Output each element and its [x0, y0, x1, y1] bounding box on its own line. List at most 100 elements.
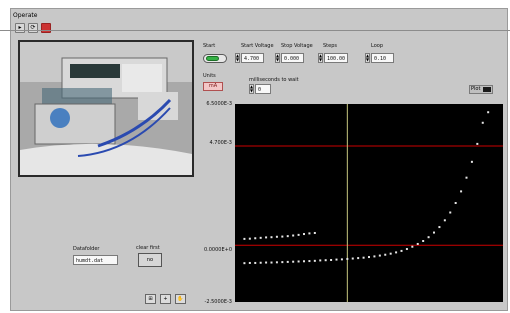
plot-legend[interactable]: Plot	[469, 85, 493, 94]
instrument-camera-image	[18, 40, 194, 177]
units-selector[interactable]: mA	[203, 82, 223, 91]
data-point	[335, 258, 338, 261]
y-tick-label: -2.5000E-3	[204, 299, 232, 305]
steps-label: Steps	[323, 43, 337, 49]
stop-icon[interactable]	[41, 23, 51, 33]
data-point	[454, 202, 457, 204]
data-point	[265, 236, 268, 239]
data-point	[265, 261, 268, 264]
zoom-icon[interactable]: ⊞	[145, 294, 156, 304]
data-point	[405, 248, 408, 251]
data-point	[259, 261, 262, 264]
clear-first-button[interactable]: no	[138, 253, 162, 267]
loop-label: Loop	[371, 43, 383, 49]
millisec-field[interactable]: 0	[255, 84, 271, 94]
data-point	[460, 190, 463, 193]
start-voltage-field[interactable]: 4.700	[241, 53, 264, 63]
data-point	[243, 237, 246, 240]
y-tick-label: 0.0000E+0	[203, 247, 232, 253]
data-point	[481, 121, 484, 124]
toggle-knob	[206, 56, 219, 61]
data-point	[368, 256, 370, 259]
data-point	[254, 237, 257, 240]
run-continuous-icon[interactable]: ⟳	[28, 23, 38, 33]
data-point	[243, 262, 246, 265]
data-point	[324, 259, 327, 262]
start-voltage-label: Start Voltage	[241, 43, 274, 49]
camera-photo-icon	[20, 42, 192, 175]
y-tick-label: 4.700E-3	[209, 140, 232, 146]
datafolder-field[interactable]: humdt.dat	[73, 255, 118, 265]
data-point	[286, 260, 289, 263]
data-point	[286, 235, 289, 238]
data-point	[281, 261, 284, 264]
data-point	[319, 259, 322, 262]
data-point	[297, 233, 300, 236]
data-point	[433, 231, 435, 234]
hand-pan-icon[interactable]: ✋	[175, 294, 186, 304]
data-point	[275, 235, 278, 238]
data-point	[308, 232, 311, 235]
data-point	[422, 240, 425, 242]
steps-field[interactable]: 100.00	[324, 53, 348, 63]
millisec-label: milliseconds to wait	[249, 77, 299, 83]
data-point	[303, 260, 305, 263]
data-point	[416, 242, 419, 245]
start-toggle[interactable]	[203, 54, 227, 63]
data-point	[449, 211, 452, 214]
y-tick-label: 6.5000E-3	[206, 101, 232, 107]
data-point	[373, 255, 376, 258]
data-point	[384, 253, 387, 256]
data-point	[346, 257, 349, 260]
data-point	[476, 142, 479, 145]
clear-first-label: clear first	[136, 245, 160, 251]
loop-field[interactable]: 0.10	[371, 53, 394, 63]
stop-voltage-field[interactable]: 0.000	[281, 53, 304, 63]
data-point	[292, 260, 295, 263]
data-point	[378, 254, 381, 257]
plot-legend-label: Plot	[471, 86, 481, 92]
units-label: Units	[203, 73, 216, 79]
data-point	[465, 176, 468, 179]
data-point	[351, 257, 354, 260]
data-point	[308, 260, 311, 263]
steps-spin[interactable]: ▲ ▼	[318, 53, 323, 63]
stop-voltage-label: Stop Voltage	[281, 43, 313, 49]
data-point	[395, 251, 398, 254]
millisec-spin[interactable]: ▲ ▼	[249, 84, 254, 94]
data-point	[248, 237, 251, 240]
data-point	[281, 235, 284, 238]
data-point	[297, 260, 300, 263]
data-point	[411, 245, 414, 248]
iv-graph-svg	[235, 104, 503, 302]
loop-spin[interactable]: ▲ ▼	[365, 53, 370, 63]
data-point	[330, 259, 333, 261]
start-voltage-spin[interactable]: ▲ ▼	[235, 53, 240, 63]
data-point	[313, 259, 316, 262]
data-point	[427, 236, 430, 239]
data-point	[400, 249, 403, 252]
cursor-icon[interactable]: +	[160, 294, 171, 304]
data-point	[313, 231, 316, 234]
data-point	[438, 226, 441, 229]
data-point	[443, 219, 446, 222]
data-point	[270, 261, 273, 264]
data-point	[254, 261, 257, 264]
run-arrow-icon[interactable]: ▸	[15, 23, 25, 33]
data-point	[292, 234, 295, 237]
data-point	[248, 261, 251, 264]
data-point	[340, 258, 343, 261]
datafolder-label: Datafolder	[73, 246, 100, 252]
data-point	[362, 256, 365, 259]
start-label: Start	[203, 43, 216, 49]
data-point	[389, 252, 392, 255]
iv-graph[interactable]	[235, 104, 503, 302]
graph-palette: ⊞ + ✋	[145, 294, 186, 304]
data-point	[470, 160, 473, 163]
data-point	[487, 111, 490, 114]
data-point	[303, 233, 305, 236]
legend-swatch-icon	[483, 87, 491, 92]
data-point	[270, 236, 273, 239]
data-point	[275, 261, 278, 264]
stop-voltage-spin[interactable]: ▲ ▼	[275, 53, 280, 63]
